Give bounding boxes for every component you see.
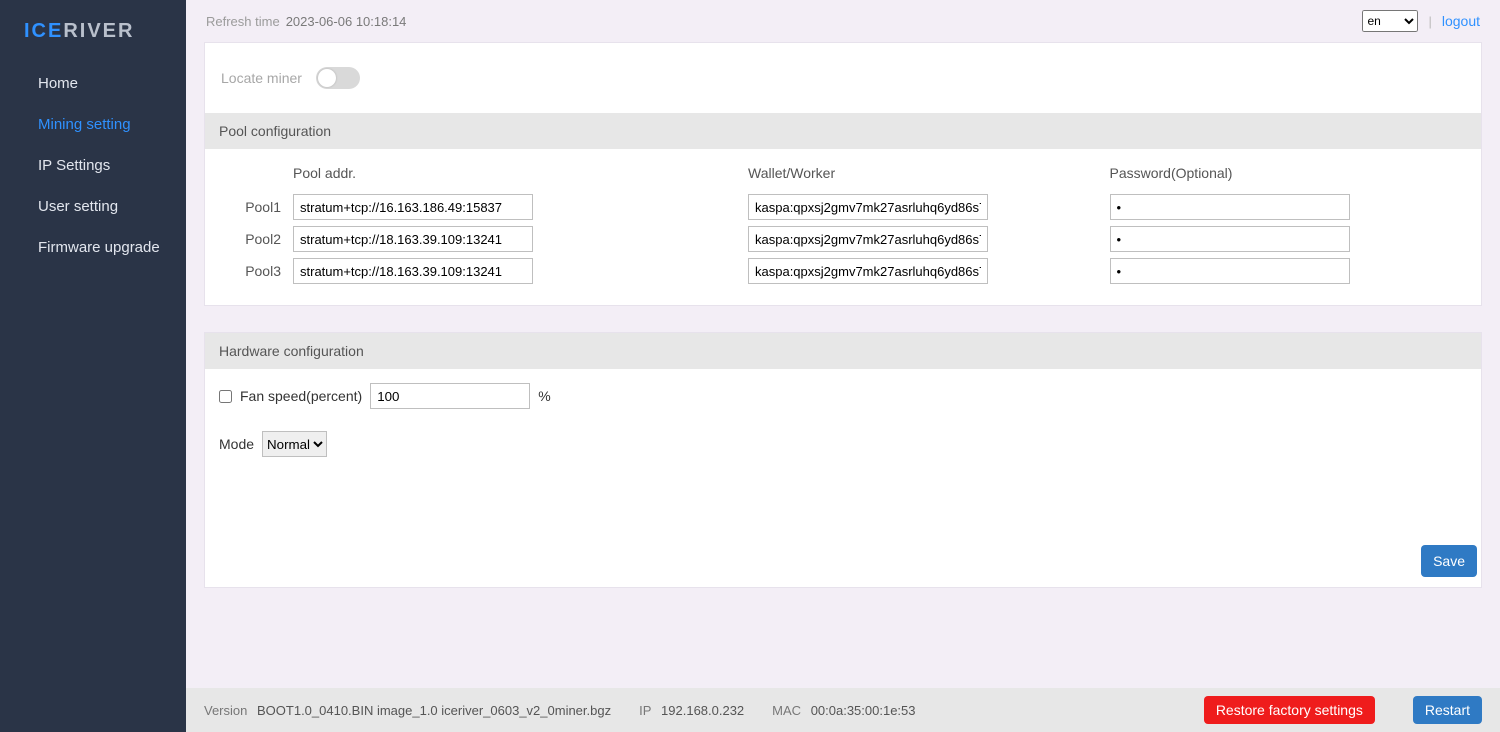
nav-user-setting[interactable]: User setting [0, 186, 186, 227]
pool3-addr-input[interactable] [293, 258, 533, 284]
fan-speed-checkbox[interactable] [219, 390, 232, 403]
pool2-password-input[interactable] [1110, 226, 1350, 252]
pool1-label: Pool1 [219, 191, 289, 223]
language-select[interactable]: en [1362, 10, 1418, 32]
nav-ip-settings[interactable]: IP Settings [0, 145, 186, 186]
pool2-addr-input[interactable] [293, 226, 533, 252]
pool2-wallet-input[interactable] [748, 226, 988, 252]
col-pool-addr: Pool addr. [289, 157, 744, 191]
pool1-password-input[interactable] [1110, 194, 1350, 220]
fan-speed-label: Fan speed(percent) [240, 388, 362, 404]
pool1-wallet-input[interactable] [748, 194, 988, 220]
app-shell: ICERIVER Home Mining setting IP Settings… [0, 0, 1500, 732]
mode-label: Mode [219, 436, 254, 452]
brand-logo: ICERIVER [0, 10, 186, 63]
logout-link[interactable]: logout [1442, 13, 1480, 29]
save-button[interactable]: Save [1421, 545, 1477, 577]
col-password: Password(Optional) [1106, 157, 1468, 191]
nav-firmware-upgrade[interactable]: Firmware upgrade [0, 227, 186, 268]
pool3-label: Pool3 [219, 255, 289, 287]
fan-speed-unit: % [538, 388, 550, 404]
locate-miner-toggle[interactable] [316, 67, 360, 89]
ip-label: IP [639, 703, 651, 718]
nav-mining-setting[interactable]: Mining setting [0, 104, 186, 145]
mode-row: Mode Normal [219, 431, 1467, 457]
pool-config-header: Pool configuration [205, 113, 1481, 149]
pool2-label: Pool2 [219, 223, 289, 255]
fan-speed-row: Fan speed(percent) % [219, 383, 1467, 409]
mac-value: 00:0a:35:00:1e:53 [811, 703, 916, 718]
pool-panel: Locate miner Pool configuration Pool add… [204, 42, 1482, 306]
pool-row-2: Pool2 [219, 223, 1467, 255]
footer-bar: Version BOOT1.0_0410.BIN image_1.0 iceri… [186, 688, 1500, 732]
mac-label: MAC [772, 703, 801, 718]
brand-part2: RIVER [63, 20, 134, 42]
divider: | [1428, 14, 1431, 29]
nav-home[interactable]: Home [0, 63, 186, 104]
fan-speed-input[interactable] [370, 383, 530, 409]
pool1-addr-input[interactable] [293, 194, 533, 220]
version-value: BOOT1.0_0410.BIN image_1.0 iceriver_0603… [257, 703, 611, 718]
topbar: Refresh time 2023-06-06 10:18:14 en | lo… [186, 0, 1500, 42]
pool-row-3: Pool3 [219, 255, 1467, 287]
restart-button[interactable]: Restart [1413, 696, 1482, 724]
ip-value: 192.168.0.232 [661, 703, 744, 718]
mode-select[interactable]: Normal [262, 431, 327, 457]
brand-part1: ICE [24, 20, 63, 42]
version-label: Version [204, 703, 247, 718]
col-wallet-worker: Wallet/Worker [744, 157, 1106, 191]
pool3-password-input[interactable] [1110, 258, 1350, 284]
locate-miner-label: Locate miner [221, 70, 302, 86]
toggle-knob [318, 69, 336, 87]
hardware-panel: Hardware configuration Fan speed(percent… [204, 332, 1482, 588]
sidebar-nav: Home Mining setting IP Settings User set… [0, 63, 186, 268]
refresh-time-label: Refresh time [206, 14, 280, 29]
sidebar: ICERIVER Home Mining setting IP Settings… [0, 0, 186, 732]
pool3-wallet-input[interactable] [748, 258, 988, 284]
restore-factory-button[interactable]: Restore factory settings [1204, 696, 1375, 724]
refresh-time-value: 2023-06-06 10:18:14 [286, 14, 407, 29]
pool-row-1: Pool1 [219, 191, 1467, 223]
main-area: Refresh time 2023-06-06 10:18:14 en | lo… [186, 0, 1500, 732]
content: Locate miner Pool configuration Pool add… [204, 42, 1482, 670]
pool-table: Pool addr. Wallet/Worker Password(Option… [205, 149, 1481, 305]
hardware-config-header: Hardware configuration [205, 333, 1481, 369]
locate-miner-row: Locate miner [205, 43, 1481, 113]
